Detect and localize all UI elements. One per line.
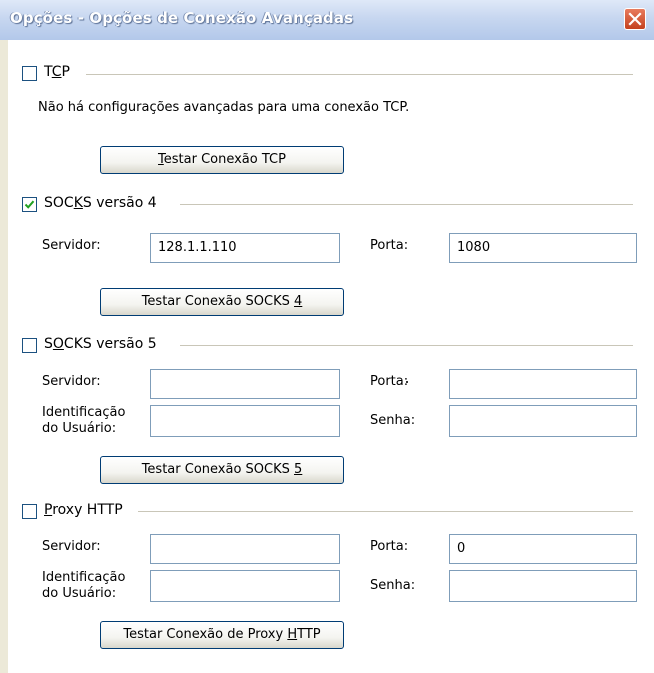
tcp-checkbox-label[interactable]: TCP [44,64,70,80]
http-user-label-line2: do Usuário: [42,586,117,601]
http-password-label: Senha: [370,578,416,593]
socks5-checkbox-label[interactable]: SOCKS versão 5 [44,336,157,352]
tcp-checkbox[interactable] [22,66,37,81]
window-frame [0,40,8,673]
title-bar[interactable]: Opções - Opções de Conexão Avançadas [0,0,654,41]
socks4-server-input[interactable]: 128.1.1.110 [150,233,340,263]
close-icon [628,12,642,26]
test-socks5-button[interactable]: Testar Conexão SOCKS 5 [100,456,344,484]
window-title: Opções - Opções de Conexão Avançadas [10,9,354,27]
socks4-checkbox-label[interactable]: SOCKS versão 4 [44,195,157,211]
socks5-port-input[interactable] [449,369,637,399]
socks5-user-label-line1: Identificação [42,405,126,420]
socks4-server-label: Servidor: [42,238,101,253]
http-server-label: Servidor: [42,539,101,554]
socks5-checkbox[interactable] [22,338,37,353]
http-server-input[interactable] [150,534,340,564]
test-socks4-button[interactable]: Testar Conexão SOCKS 4 [100,288,344,316]
socks5-separator [180,345,633,346]
tcp-separator [86,74,633,75]
socks4-separator [180,204,633,205]
http-port-input[interactable]: 0 [449,534,637,564]
socks5-server-input[interactable] [150,369,340,399]
test-http-proxy-button[interactable]: Testar Conexão de Proxy HTTP [100,621,344,649]
http-proxy-checkbox[interactable] [22,504,37,519]
socks5-server-label: Servidor: [42,374,101,389]
socks4-checkbox[interactable] [22,197,37,212]
dialog-content: TCP Não há configurações avançadas para … [8,40,654,673]
socks5-password-input[interactable] [449,405,637,437]
test-tcp-button[interactable]: Testar Conexão TCP [100,146,344,174]
socks5-port-label: Porta: [370,374,409,389]
checkmark-icon [24,200,35,209]
http-proxy-checkbox-label[interactable]: Proxy HTTP [44,502,123,518]
http-proxy-separator [138,511,633,512]
socks5-user-input[interactable] [150,405,340,437]
close-button[interactable] [624,8,646,30]
http-password-input[interactable] [449,570,637,602]
tcp-note: Não há configurações avançadas para uma … [38,100,410,115]
http-user-label-line1: Identificação [42,570,126,585]
socks4-port-label: Porta: [370,238,409,253]
http-port-label: Porta: [370,539,409,554]
options-dialog: Opções - Opções de Conexão Avançadas TCP… [0,0,654,673]
socks5-user-label-line2: do Usuário: [42,421,117,436]
socks4-port-input[interactable]: 1080 [449,233,637,263]
http-user-input[interactable] [150,570,340,602]
socks5-password-label: Senha: [370,413,416,428]
